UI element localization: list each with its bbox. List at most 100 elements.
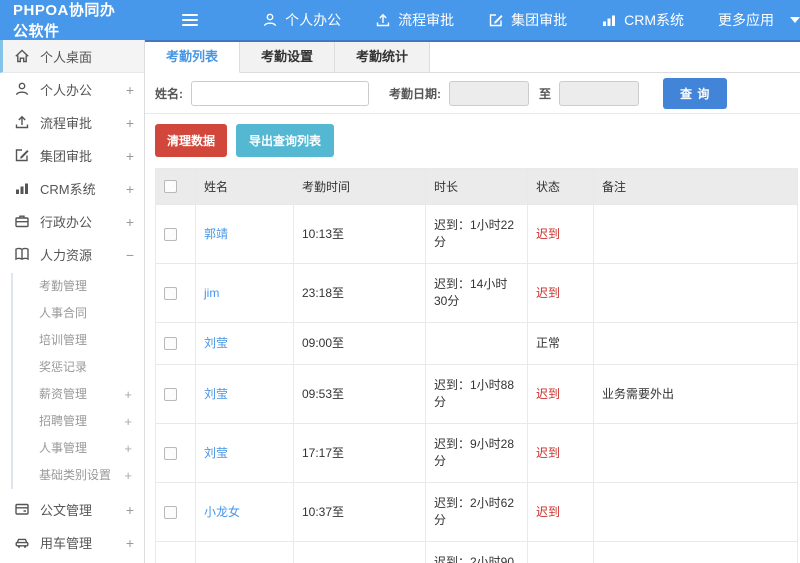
expand-icon[interactable]: +	[126, 214, 134, 230]
expand-icon[interactable]: +	[126, 181, 134, 197]
topbar: PHPOA协同办公软件 个人办公 流程审批 集团审批 CRM系统 更多应用	[0, 0, 800, 40]
employee-link[interactable]: 郭靖	[204, 227, 228, 241]
date-from-input[interactable]	[449, 80, 529, 106]
row-checkbox[interactable]	[164, 387, 177, 401]
tab-bar: 考勤列表 考勤设置 考勤统计	[145, 42, 800, 73]
sidebar-subitem-6[interactable]: 人事管理 +	[13, 435, 144, 462]
expand-icon[interactable]: +	[124, 381, 132, 408]
sidebar-item-6[interactable]: 人力资源 −	[0, 238, 144, 271]
sidebar-subitem-4[interactable]: 薪资管理 +	[13, 381, 144, 408]
select-all-checkbox[interactable]	[164, 180, 177, 193]
expand-icon[interactable]: +	[126, 82, 134, 98]
menu-toggle-icon[interactable]	[182, 14, 199, 26]
row-checkbox[interactable]	[164, 446, 177, 460]
time-cell: 10:13至	[293, 204, 426, 264]
top-nav: 个人办公 流程审批 集团审批 CRM系统 更多应用	[228, 10, 800, 30]
sidebar-item-5[interactable]: 行政办公 +	[0, 205, 144, 238]
status-cell: 迟到	[527, 263, 594, 323]
remark-cell: 1111	[593, 541, 798, 563]
name-cell: 刘莹	[195, 364, 294, 424]
topnav-item-label: CRM系统	[624, 12, 684, 28]
home-icon	[14, 48, 31, 65]
export-list-button[interactable]: 导出查询列表	[236, 124, 335, 157]
sidebar-item-7[interactable]: 公文管理 +	[0, 493, 144, 526]
name-cell: 小龙女	[195, 482, 294, 542]
status-cell: 迟到	[527, 482, 594, 542]
tab-2[interactable]: 考勤统计	[335, 42, 431, 72]
sidebar-submenu: 考勤管理 人事合同 培训管理 奖惩记录 薪资管理 + 招聘管理 + 人事管理 +…	[11, 273, 144, 489]
expand-icon[interactable]: +	[126, 148, 134, 164]
topnav-item-4[interactable]: 更多应用	[718, 10, 800, 30]
attendance-table: 姓名 考勤时间 时长 状态 备注 郭靖 10:13至 迟到：1小时22分 迟到 jim …	[155, 168, 798, 563]
sidebar-item-1[interactable]: 个人办公 +	[0, 73, 144, 106]
expand-icon[interactable]: +	[124, 435, 132, 462]
row-checkbox-cell	[155, 364, 196, 424]
expand-icon[interactable]: +	[124, 462, 132, 489]
search-button[interactable]: 查 询	[663, 77, 728, 109]
expand-icon[interactable]: −	[126, 247, 134, 263]
tab-1[interactable]: 考勤设置	[240, 42, 336, 72]
employee-link[interactable]: 小龙女	[204, 505, 240, 519]
duration-cell: 迟到：9小时28分	[425, 423, 528, 483]
employee-link[interactable]: 刘莹	[204, 446, 228, 460]
sidebar-subitem-7[interactable]: 基础类别设置 +	[13, 462, 144, 489]
clean-data-button[interactable]: 清理数据	[155, 124, 228, 157]
expand-icon[interactable]: +	[126, 115, 134, 131]
sidebar-subitem-1[interactable]: 人事合同	[13, 300, 144, 327]
sidebar-item-label: 行政办公	[40, 215, 93, 230]
employee-link[interactable]: 刘莹	[204, 387, 228, 401]
row-checkbox-cell	[155, 541, 196, 563]
sidebar-item-label: CRM系统	[40, 182, 96, 197]
row-checkbox[interactable]	[164, 227, 177, 241]
sidebar-subitem-5[interactable]: 招聘管理 +	[13, 408, 144, 435]
sidebar-subitem-3[interactable]: 奖惩记录	[13, 354, 144, 381]
date-to-input[interactable]	[559, 80, 640, 106]
chart-icon	[14, 180, 31, 197]
sidebar-item-4[interactable]: CRM系统 +	[0, 172, 144, 205]
table-row: 刘莹 09:53至 迟到：1小时88分 迟到 业务需要外出	[155, 364, 798, 424]
sidebar-subitem-0[interactable]: 考勤管理	[13, 273, 144, 300]
tab-0[interactable]: 考勤列表	[145, 42, 241, 73]
duration-cell: 迟到：2小时90分早退：7小时10分	[425, 541, 528, 563]
sidebar-item-0[interactable]: 个人桌面	[0, 40, 144, 73]
row-checkbox[interactable]	[164, 286, 177, 300]
topnav-item-0[interactable]: 个人办公	[262, 10, 341, 30]
sidebar-item-2[interactable]: 流程审批 +	[0, 106, 144, 139]
employee-link[interactable]: 刘莹	[204, 336, 228, 350]
sidebar-item-label: 公文管理	[40, 503, 93, 518]
name-cell: 管理员	[195, 541, 294, 563]
app-title: PHPOA协同办公软件	[13, 2, 116, 40]
status-cell: 正常	[527, 322, 594, 365]
name-filter-input[interactable]	[191, 80, 369, 106]
sidebar-subitem-2[interactable]: 培训管理	[13, 327, 144, 354]
time-cell: 17:17至	[293, 423, 426, 483]
topnav-item-label: 集团审批	[511, 12, 568, 28]
topnav-item-2[interactable]: 集团审批	[488, 10, 567, 30]
expand-icon[interactable]: +	[126, 502, 134, 518]
column-header-0: 姓名	[195, 168, 294, 205]
car-icon	[14, 534, 31, 551]
user-icon	[14, 81, 31, 98]
duration-cell: 迟到：14小时30分	[425, 263, 528, 323]
expand-icon[interactable]: +	[124, 408, 132, 435]
remark-cell	[593, 482, 798, 542]
main-content: 考勤列表 考勤设置 考勤统计 姓名: 考勤日期: 至 查 询 清理数据 导出查询…	[145, 40, 800, 563]
remark-cell	[593, 263, 798, 323]
sidebar-item-3[interactable]: 集团审批 +	[0, 139, 144, 172]
sidebar-item-label: 集团审批	[40, 149, 93, 164]
filter-bar: 姓名: 考勤日期: 至 查 询	[145, 73, 800, 114]
action-bar: 清理数据 导出查询列表	[145, 114, 800, 168]
name-cell: 郭靖	[195, 204, 294, 264]
expand-icon[interactable]: +	[126, 535, 134, 551]
row-checkbox-cell	[155, 322, 196, 365]
column-header-2: 时长	[425, 168, 528, 205]
row-checkbox[interactable]	[164, 505, 177, 519]
topnav-item-1[interactable]: 流程审批	[375, 10, 454, 30]
row-checkbox[interactable]	[164, 337, 177, 350]
remark-cell	[593, 204, 798, 264]
sidebar-item-8[interactable]: 用车管理 +	[0, 526, 144, 559]
employee-link[interactable]: jim	[204, 286, 219, 300]
caret-down-icon	[790, 17, 800, 23]
topnav-item-3[interactable]: CRM系统	[601, 10, 684, 30]
edit-icon	[488, 12, 504, 28]
